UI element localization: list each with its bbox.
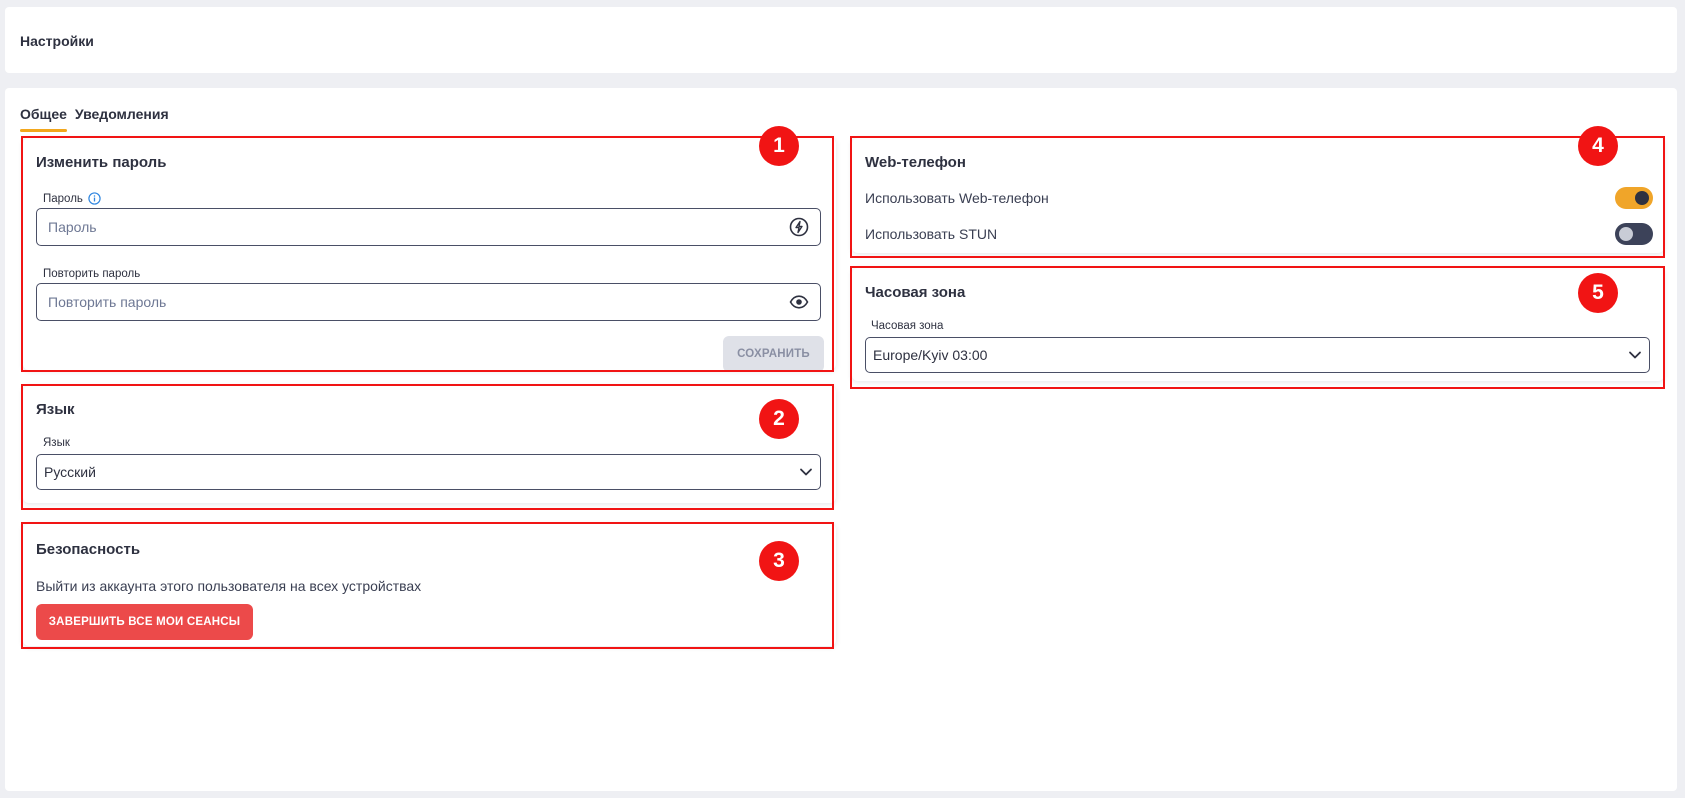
password-label: Пароль [43,192,101,205]
callout-badge-2: 2 [759,399,799,439]
security-card: Безопасность Выйти из аккаунта этого пол… [23,524,836,646]
webphone-title: Web-телефон [865,154,966,171]
password-label-text: Пароль [43,192,83,205]
use-webphone-label: Использовать Web-телефон [865,190,1049,206]
language-title: Язык [36,401,75,418]
generate-password-icon[interactable] [789,217,809,237]
callout-badge-1: 1 [759,126,799,166]
use-stun-label: Использовать STUN [865,226,998,242]
timezone-select[interactable]: Europe/Kyiv 03:00 [865,337,1650,373]
timezone-label: Часовая зона [871,320,944,332]
callout-badge-5: 5 [1578,273,1618,313]
password-input[interactable]: Пароль [36,208,821,246]
timezone-value: Europe/Kyiv 03:00 [873,347,988,363]
use-webphone-toggle[interactable] [1615,187,1653,209]
page-title: Настройки [20,33,94,49]
tab-notifications[interactable]: Уведомления [75,106,169,132]
change-password-card: Изменить пароль Пароль Пароль Повторить … [23,138,836,372]
language-card: Язык Язык Русский [23,386,836,503]
info-icon[interactable] [88,192,101,205]
repeat-password-placeholder: Повторить пароль [48,294,167,310]
language-value: Русский [44,464,96,480]
webphone-card: Web-телефон Использовать Web-телефон Исп… [852,138,1664,253]
end-all-sessions-button[interactable]: ЗАВЕРШИТЬ ВСЕ МОИ СЕАНСЫ [36,604,253,640]
callout-badge-4: 4 [1578,126,1618,166]
repeat-password-label: Повторить пароль [43,268,141,280]
language-select[interactable]: Русский [36,454,821,490]
chevron-down-icon [1628,350,1642,360]
timezone-title: Часовая зона [865,284,966,301]
security-description: Выйти из аккаунта этого пользователя на … [36,578,422,594]
security-title: Безопасность [36,541,141,558]
chevron-down-icon [799,467,813,477]
language-label: Язык [43,437,70,449]
password-placeholder: Пароль [48,219,97,235]
eye-icon[interactable] [789,294,809,310]
timezone-card: Часовая зона Часовая зона Europe/Kyiv 03… [852,268,1664,381]
tab-general[interactable]: Общее [20,106,67,132]
repeat-password-input[interactable]: Повторить пароль [36,283,821,321]
settings-panel: Общее Уведомления Изменить пароль Пароль… [5,88,1677,791]
callout-badge-3: 3 [759,541,799,581]
save-password-button[interactable]: СОХРАНИТЬ [723,336,824,372]
use-stun-toggle[interactable] [1615,223,1653,245]
settings-tabs: Общее Уведомления [20,106,169,132]
page-header: Настройки [5,7,1677,73]
change-password-title: Изменить пароль [36,154,167,171]
